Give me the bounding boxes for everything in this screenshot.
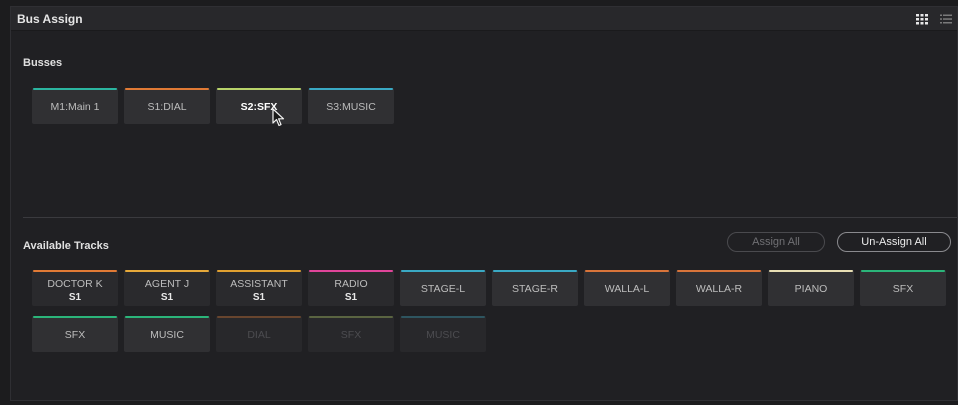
color-bar [493,270,577,272]
color-bar [217,88,301,90]
assigned-bus-label: S1 [344,292,358,303]
track-chip[interactable]: STAGE-L [400,270,486,306]
chip-label: DOCTOR K [47,278,103,290]
section-divider [23,217,957,218]
color-bar [125,88,209,90]
chip-label: S3:MUSIC [326,101,376,113]
color-bar [33,270,117,272]
chip-label: MUSIC [426,329,460,341]
color-bar [309,270,393,272]
track-chip: SFX [308,316,394,352]
track-chip[interactable]: SFX [860,270,946,306]
color-bar [769,270,853,272]
track-chip[interactable]: ASSISTANT S1 [216,270,302,306]
track-chip[interactable]: DOCTOR K S1 [32,270,118,306]
bus-assign-window: Bus Assign Busses M1:Main 1 S1:DIAL S2:SFX… [10,6,958,401]
color-bar [585,270,669,272]
chip-label: SFX [340,329,362,341]
track-chip[interactable]: STAGE-R [492,270,578,306]
color-bar [401,270,485,272]
track-chip[interactable]: MUSIC [124,316,210,352]
color-bar [33,88,117,90]
assigned-bus-label: S1 [252,292,266,303]
track-chip[interactable]: WALLA-R [676,270,762,306]
track-chip: MUSIC [400,316,486,352]
assigned-bus-label: S1 [68,292,82,303]
chip-label: WALLA-R [695,283,743,295]
chip-label: S2:SFX [240,101,278,113]
chip-label: RADIO [334,278,368,290]
track-chip[interactable]: WALLA-L [584,270,670,306]
bus-chip[interactable]: S3:MUSIC [308,88,394,124]
title-bar: Bus Assign [11,7,957,31]
chip-label: ASSISTANT [230,278,288,290]
bus-chip[interactable]: M1:Main 1 [32,88,118,124]
bus-chip[interactable]: S1:DIAL [124,88,210,124]
unassign-all-button[interactable]: Un-Assign All [837,232,951,252]
color-bar [677,270,761,272]
chip-label: STAGE-R [512,283,558,295]
chip-label: S1:DIAL [147,101,187,113]
tracks-section-label: Available Tracks [23,240,109,252]
color-bar [125,316,209,318]
color-bar [125,270,209,272]
track-chip: DIAL [216,316,302,352]
mouse-pointer-icon [272,108,285,127]
chip-label: SFX [64,329,86,341]
color-bar [309,88,393,90]
assign-all-button[interactable]: Assign All [727,232,825,252]
bus-chip[interactable]: S2:SFX [216,88,302,124]
grid-view-icon[interactable] [915,12,929,26]
chip-label: MUSIC [150,329,184,341]
chip-label: M1:Main 1 [50,101,100,113]
chip-label: PIANO [794,283,828,295]
track-chip[interactable]: RADIO S1 [308,270,394,306]
chip-label: AGENT J [144,278,190,290]
list-view-icon[interactable] [939,12,953,26]
track-chip[interactable]: SFX [32,316,118,352]
track-chip[interactable]: PIANO [768,270,854,306]
assigned-bus-label: S1 [160,292,174,303]
color-bar [309,316,393,318]
track-chip[interactable]: AGENT J S1 [124,270,210,306]
busses-section-label: Busses [23,57,63,69]
color-bar [33,316,117,318]
color-bar [217,270,301,272]
chip-label: DIAL [247,329,271,341]
window-title: Bus Assign [17,12,83,26]
chip-label: STAGE-L [420,283,466,295]
color-bar [861,270,945,272]
chip-label: SFX [892,283,914,295]
color-bar [401,316,485,318]
chip-label: WALLA-L [604,283,650,295]
color-bar [217,316,301,318]
